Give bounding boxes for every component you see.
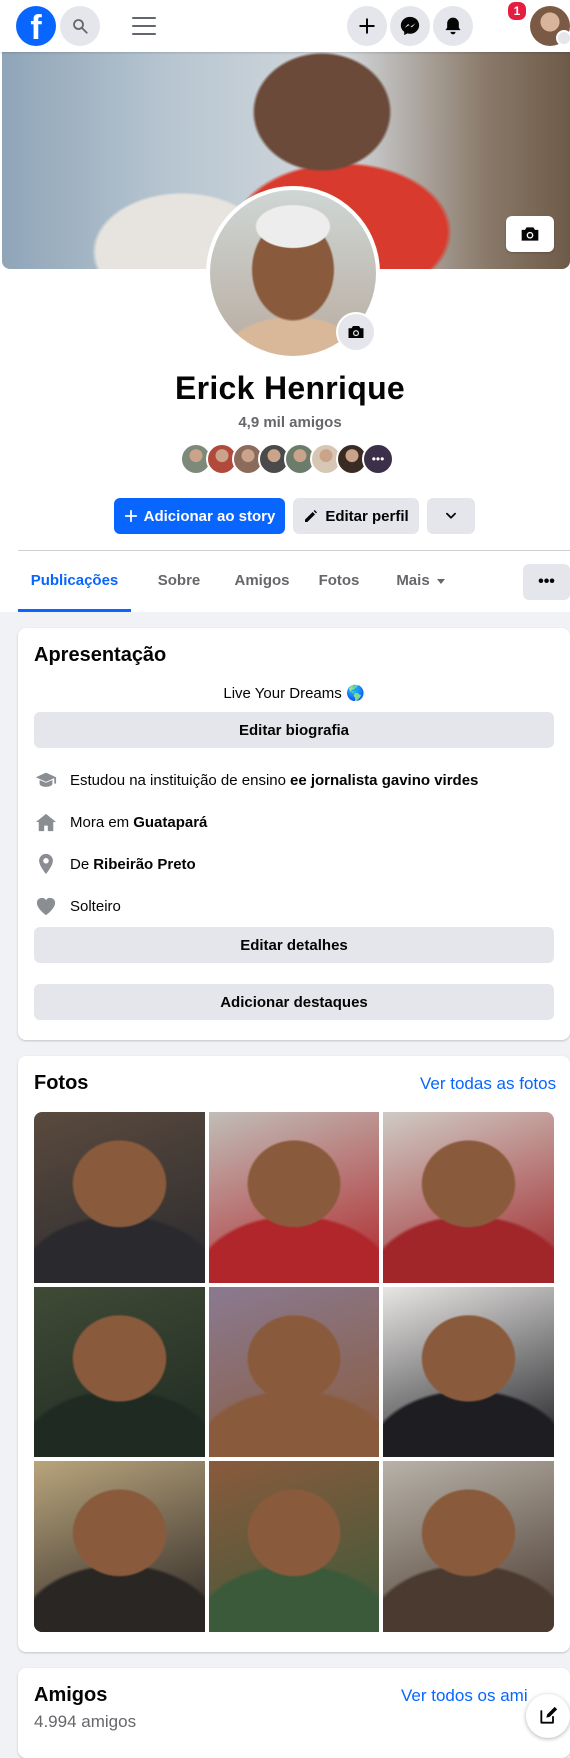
edit-bio-label: Editar biografia — [238, 721, 350, 739]
pencil-icon — [305, 510, 318, 522]
photo-thumbnail[interactable] — [208, 1112, 380, 1283]
more-friends-avatar[interactable]: ••• — [362, 443, 394, 475]
tab-publicacoes[interactable]: Publicações — [18, 552, 131, 612]
photo-thumbnail[interactable] — [383, 1112, 554, 1283]
camera-icon — [348, 326, 364, 338]
info-from: De Ribeirão Preto — [34, 852, 196, 876]
photo-thumbnail[interactable] — [208, 1286, 380, 1458]
info-text: Solteiro — [70, 897, 121, 915]
see-all-photos-link[interactable]: Ver todas as fotos — [420, 1074, 556, 1094]
create-button[interactable] — [347, 6, 387, 46]
tab-sobre[interactable]: Sobre — [131, 552, 227, 609]
tab-label: Mais — [396, 572, 430, 589]
location-pin-icon — [34, 852, 58, 876]
photo-thumbnail[interactable] — [34, 1286, 205, 1458]
messenger-icon — [400, 16, 420, 36]
plus-icon — [359, 18, 375, 34]
tab-label: Amigos — [234, 572, 290, 589]
camera-icon — [521, 227, 539, 241]
graduation-cap-icon — [34, 768, 58, 792]
compose-button[interactable] — [526, 1694, 570, 1738]
tab-label: Publicações — [30, 572, 119, 589]
add-to-story-button[interactable]: Adicionar ao story — [114, 498, 285, 534]
photo-thumbnail[interactable] — [383, 1286, 554, 1458]
photo-thumbnail[interactable] — [208, 1461, 380, 1632]
info-text: De — [70, 855, 90, 873]
tab-mais[interactable]: Mais — [373, 552, 469, 609]
info-bold[interactable]: Guatapará — [133, 814, 207, 831]
info-bold[interactable]: Ribeirão Preto — [93, 856, 196, 873]
tab-label: Sobre — [157, 572, 201, 589]
facebook-logo[interactable]: f — [16, 6, 56, 46]
friends-total: 4.994 amigos — [34, 1712, 137, 1731]
notifications-button[interactable] — [433, 6, 473, 46]
edit-profile-picture-button[interactable] — [336, 312, 376, 352]
edit-bio-button[interactable]: Editar biografia — [34, 712, 554, 748]
header-divider — [18, 550, 570, 551]
plus-icon — [124, 509, 137, 523]
heart-icon — [34, 894, 58, 918]
info-text: Mora em — [70, 813, 130, 831]
profile-options-button[interactable] — [427, 498, 475, 534]
home-icon — [34, 810, 58, 834]
info-relationship: Solteiro — [34, 894, 121, 918]
messenger-button[interactable] — [390, 6, 430, 46]
search-icon — [73, 19, 88, 34]
menu-icon[interactable] — [132, 14, 156, 38]
compose-icon — [540, 1706, 558, 1724]
info-bold[interactable]: ee jornalista gavino virdes — [290, 772, 478, 789]
info-text: Estudou na instituição de ensino — [70, 771, 286, 789]
add-to-story-label: Adicionar ao story — [143, 507, 276, 525]
bell-icon — [445, 17, 461, 35]
edit-details-label: Editar detalhes — [240, 936, 348, 954]
top-navigation-bar: f 1 — [0, 0, 570, 52]
friend-avatars-row: ••• — [180, 443, 394, 475]
add-highlights-label: Adicionar destaques — [220, 993, 368, 1011]
more-dots-icon: ••• — [538, 573, 555, 590]
tab-label: Fotos — [318, 572, 360, 589]
intro-title: Apresentação — [34, 644, 167, 666]
edit-profile-label: Editar perfil — [325, 507, 409, 525]
account-avatar[interactable] — [530, 6, 570, 46]
edit-details-button[interactable]: Editar detalhes — [34, 927, 554, 963]
notification-badge: 1 — [506, 0, 528, 22]
edit-cover-button[interactable] — [506, 216, 554, 252]
facebook-logo-letter: f — [30, 9, 42, 46]
caret-down-icon — [436, 578, 445, 584]
photo-grid — [34, 1112, 554, 1632]
photo-thumbnail[interactable] — [34, 1461, 205, 1632]
profile-tabs: Publicações Sobre Amigos Fotos Mais ••• — [18, 552, 570, 612]
info-education: Estudou na instituição de ensino ee jorn… — [34, 768, 478, 792]
photo-thumbnail[interactable] — [383, 1461, 554, 1632]
friends-card: Amigos 4.994 amigos Ver todos os ami — [18, 1668, 570, 1758]
photo-thumbnail[interactable] — [34, 1112, 205, 1283]
add-highlights-button[interactable]: Adicionar destaques — [34, 984, 554, 1020]
edit-profile-button[interactable]: Editar perfil — [293, 498, 419, 534]
photos-title: Fotos — [34, 1072, 89, 1094]
bio-text: Live Your Dreams 🌎 — [223, 685, 365, 702]
intro-card: Apresentação Live Your Dreams 🌎 Editar b… — [18, 628, 570, 1040]
chevron-down-icon — [446, 512, 456, 519]
profile-name: Erick Henrique — [174, 370, 406, 406]
see-all-friends-link[interactable]: Ver todos os ami — [401, 1686, 528, 1706]
friends-title: Amigos — [34, 1684, 108, 1706]
info-lives-in: Mora em Guatapará — [34, 810, 207, 834]
tab-fotos[interactable]: Fotos — [297, 552, 381, 609]
tabs-more-button[interactable]: ••• — [523, 564, 570, 600]
photos-card: Fotos Ver todas as fotos — [18, 1056, 570, 1652]
friends-count[interactable]: 4,9 mil amigos — [0, 414, 570, 431]
search-button[interactable] — [60, 6, 100, 46]
tab-amigos[interactable]: Amigos — [219, 552, 305, 609]
